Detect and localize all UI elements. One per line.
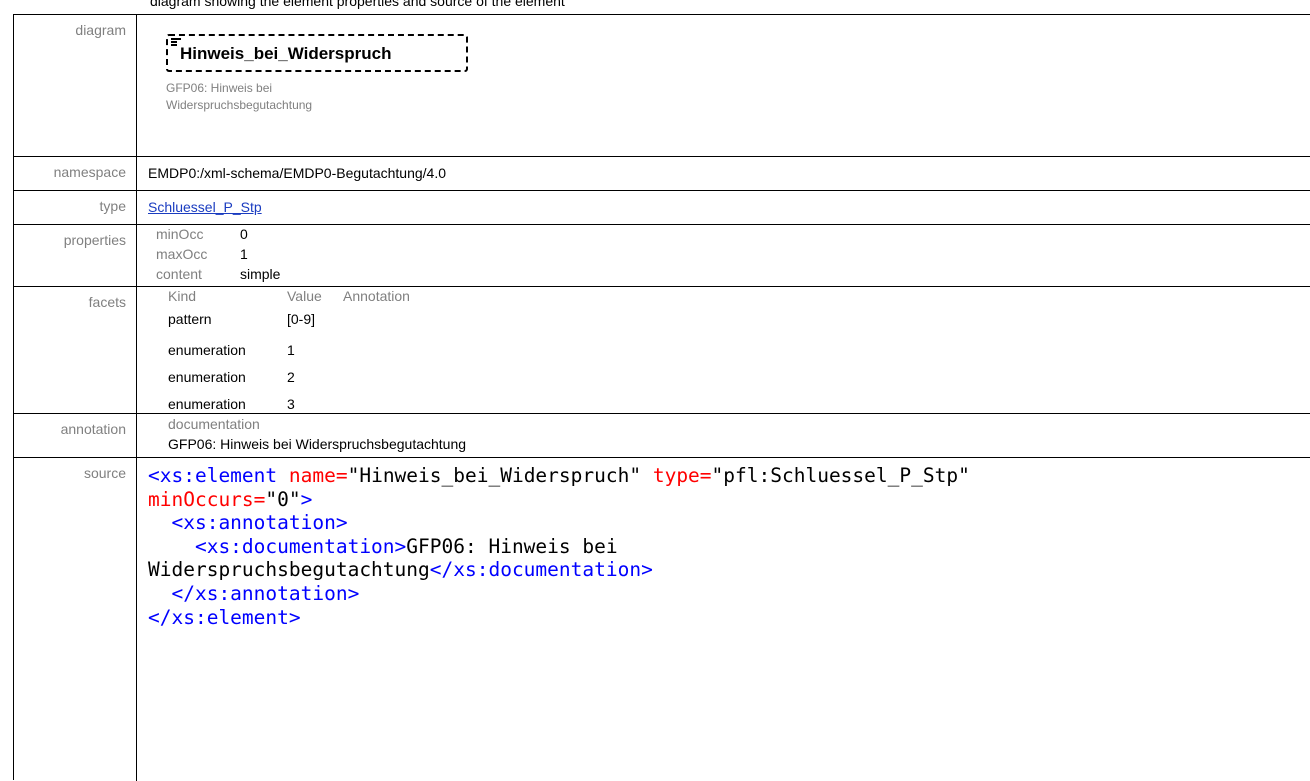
- code-token: "Hinweis_bei_Widerspruch": [347, 464, 642, 487]
- row-properties: properties minOcc 0 maxOcc 1 content sim…: [14, 225, 1310, 287]
- property-value: 0: [240, 226, 248, 242]
- facet-value: 3: [287, 396, 295, 412]
- code-token: </xs:documentation>: [429, 558, 653, 582]
- type-link[interactable]: Schluessel_P_Stp: [148, 199, 262, 215]
- code-token: </xs:annotation>: [148, 581, 360, 605]
- facet-header-kind: Kind: [168, 288, 197, 304]
- property-value: simple: [240, 266, 281, 282]
- element-doc-line: Widerspruchsbegutachtung: [166, 98, 313, 112]
- code-token: GFP06: Hinweis bei: [406, 534, 618, 558]
- diagram-cell: Hinweis_bei_Widerspruch GFP06: Hinweis b…: [138, 15, 1310, 156]
- row-type: type Schluessel_P_Stp: [14, 191, 1310, 225]
- row-facets: facets Kind Value Annotation pattern [0-…: [14, 287, 1310, 414]
- source-code: <xs:element name="Hinweis_bei_Widerspruc…: [148, 464, 970, 629]
- namespace-cell: EMDP0:/xml-schema/EMDP0-Begutachtung/4.0: [138, 157, 1310, 190]
- code-token: minOccurs=: [148, 487, 266, 511]
- row-namespace: namespace EMDP0:/xml-schema/EMDP0-Beguta…: [14, 157, 1310, 191]
- facet-value: 2: [287, 369, 295, 385]
- code-token: "pfl:Schluessel_P_Stp": [711, 464, 970, 487]
- row-label: facets: [14, 287, 137, 413]
- facet-value: 1: [287, 342, 295, 358]
- annotation-key: documentation: [168, 416, 260, 432]
- row-label: namespace: [14, 157, 137, 190]
- code-token: type=: [641, 464, 712, 487]
- property-key: minOcc: [156, 226, 204, 242]
- code-token: <xs:documentation>: [148, 534, 407, 558]
- property-key: maxOcc: [156, 246, 208, 262]
- facet-value: [0-9]: [287, 311, 316, 327]
- element-documentation-table: diagram Hinweis_bei_Widerspruch GFP06: H…: [13, 14, 1310, 781]
- facet-kind: enumeration: [168, 396, 246, 412]
- namespace-value: EMDP0:/xml-schema/EMDP0-Begutachtung/4.0: [148, 165, 447, 181]
- facet-kind: pattern: [168, 311, 212, 327]
- source-cell: <xs:element name="Hinweis_bei_Widerspruc…: [138, 458, 1310, 781]
- element-doc: GFP06: Hinweis bei Widerspruchsbegutacht…: [166, 80, 386, 114]
- code-token: <xs:annotation>: [148, 511, 348, 535]
- code-token: Widerspruchsbegutachtung: [148, 558, 430, 582]
- annotation-value: GFP06: Hinweis bei Widerspruchsbegutacht…: [168, 436, 467, 452]
- type-cell: Schluessel_P_Stp: [138, 191, 1310, 224]
- code-token: "0": [265, 487, 301, 511]
- row-label: source: [14, 458, 137, 781]
- element-doc-line: GFP06: Hinweis bei: [166, 81, 273, 95]
- facet-header-annotation: Annotation: [343, 288, 410, 304]
- properties-cell: minOcc 0 maxOcc 1 content simple: [138, 225, 1310, 286]
- code-token: name=: [277, 464, 348, 487]
- facet-kind: enumeration: [168, 342, 246, 358]
- row-label: type: [14, 191, 137, 224]
- facet-kind: enumeration: [168, 369, 246, 385]
- row-label: diagram: [14, 15, 137, 156]
- element-box[interactable]: Hinweis_bei_Widerspruch: [166, 34, 468, 72]
- facet-header-value: Value: [287, 288, 322, 304]
- row-annotation: annotation documentation GFP06: Hinweis …: [14, 414, 1310, 458]
- row-label: annotation: [14, 414, 137, 457]
- facets-cell: Kind Value Annotation pattern [0-9] enum…: [138, 287, 1310, 413]
- code-token: <xs:element: [148, 464, 278, 487]
- code-token: >: [300, 487, 313, 511]
- row-label: properties: [14, 225, 137, 286]
- property-value: 1: [240, 246, 248, 262]
- annotation-cell: documentation GFP06: Hinweis bei Widersp…: [138, 414, 1310, 457]
- element-name: Hinweis_bei_Widerspruch: [180, 44, 392, 63]
- property-key: content: [156, 266, 202, 282]
- code-token: </xs:element>: [148, 605, 301, 629]
- row-diagram: diagram Hinweis_bei_Widerspruch GFP06: H…: [14, 15, 1310, 157]
- row-source: source <xs:element name="Hinweis_bei_Wid…: [14, 458, 1310, 781]
